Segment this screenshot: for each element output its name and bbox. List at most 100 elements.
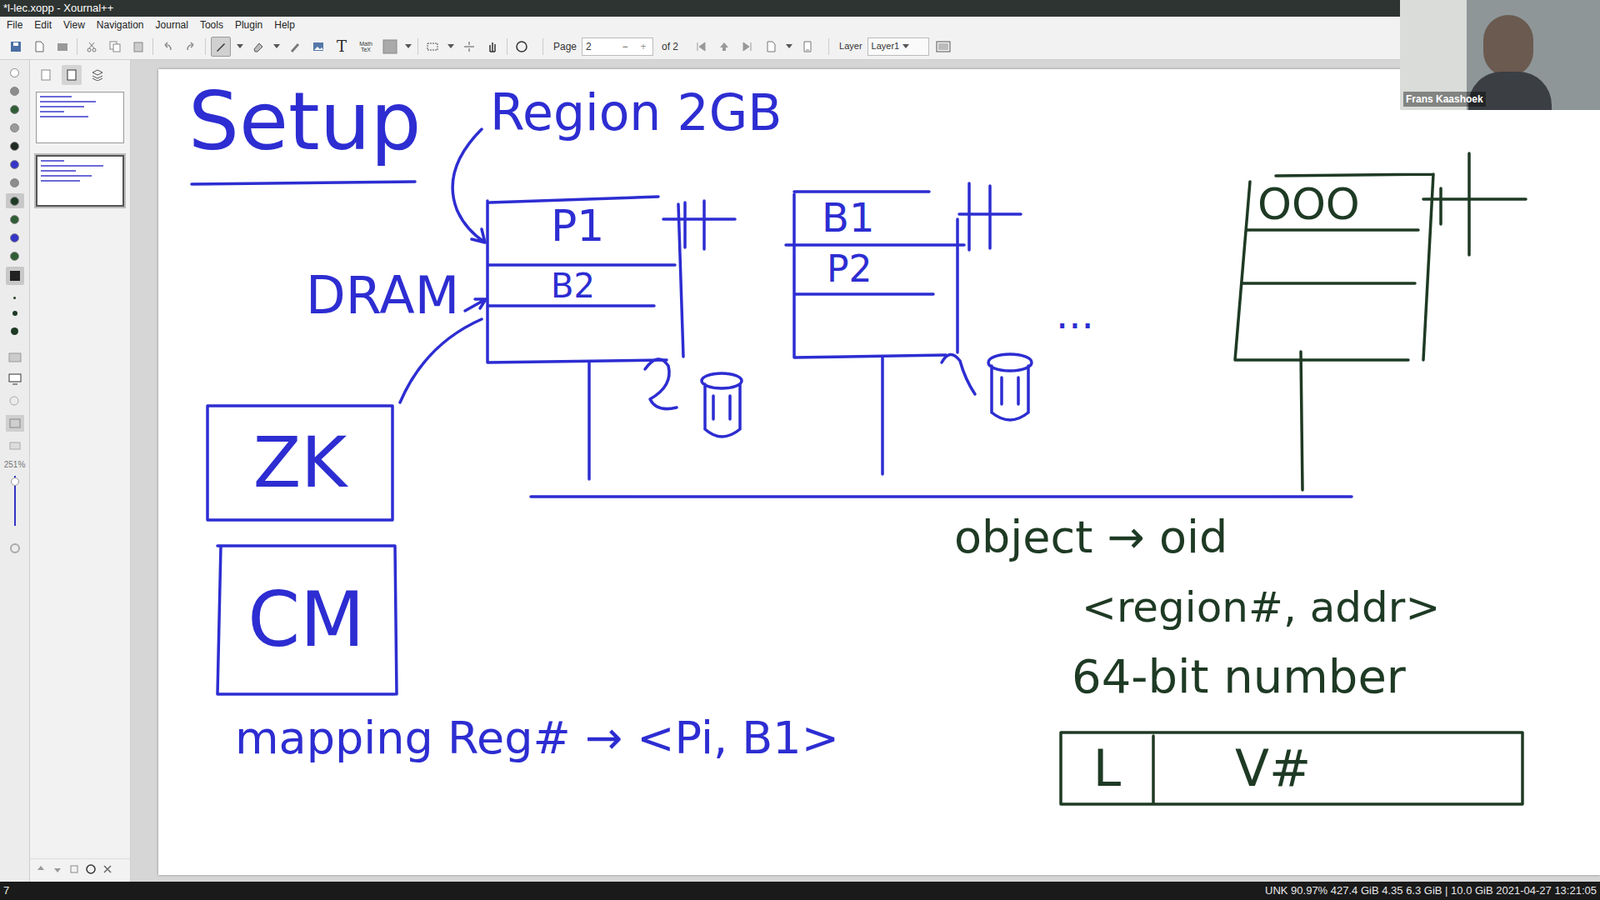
outline-icon[interactable] — [36, 65, 55, 85]
main-area: 251% — [0, 60, 1600, 882]
system-status: UNK 90.97% 427.4 GiB 4.35 6.3 GiB | 10.0… — [1265, 882, 1597, 900]
undo-icon[interactable] — [158, 37, 177, 56]
new-page-icon[interactable] — [30, 37, 49, 56]
palette-color[interactable] — [5, 211, 25, 227]
math-tex-tool[interactable]: Math TeX — [355, 36, 376, 57]
settings-icon[interactable] — [7, 540, 23, 556]
insert-page-icon[interactable] — [761, 37, 780, 56]
redo-icon[interactable] — [181, 37, 200, 56]
ink-text: Setup — [188, 81, 421, 162]
separator — [506, 38, 508, 55]
save-icon[interactable] — [6, 37, 25, 56]
thin-size-icon[interactable] — [13, 296, 16, 300]
zoom-icon[interactable] — [7, 350, 23, 365]
layers-icon[interactable] — [88, 65, 107, 85]
setsquare-icon[interactable] — [512, 37, 531, 56]
copy-page-icon[interactable] — [68, 863, 80, 875]
layer-select[interactable]: Layer1 — [867, 37, 930, 56]
palette-color[interactable] — [5, 101, 25, 117]
ink-text: DRAM — [305, 270, 460, 322]
page-minus-button[interactable]: − — [615, 39, 635, 55]
video-overlay: Frans Kaashoek — [1400, 0, 1600, 110]
dropdown-icon[interactable] — [235, 44, 245, 50]
ink-text-label: ... — [1055, 290, 1095, 338]
page-thumbnail[interactable] — [35, 155, 125, 207]
vertical-space-icon[interactable] — [460, 37, 479, 56]
color-icon[interactable] — [380, 37, 400, 56]
menu-item[interactable]: File — [6, 17, 23, 33]
first-page-icon[interactable] — [691, 37, 710, 56]
menu-item[interactable]: Journal — [155, 17, 189, 33]
image-icon[interactable] — [309, 37, 328, 56]
zoom-out-icon[interactable] — [7, 393, 23, 409]
dropdown-icon[interactable] — [785, 44, 794, 50]
thumbnail-list — [30, 85, 130, 859]
dropdown-icon[interactable] — [404, 44, 413, 50]
page-total: of 2 — [661, 39, 679, 55]
monitor-icon[interactable] — [7, 371, 23, 387]
highlighter-icon[interactable] — [285, 37, 305, 56]
note-page[interactable]: SetupRegion 2GBDRAMP1B2B1P2...OOOZKCMmap… — [158, 69, 1600, 875]
menu-item[interactable]: Navigation — [96, 17, 145, 33]
fill-icon[interactable] — [5, 266, 25, 285]
menu-item[interactable]: Help — [274, 17, 295, 33]
color-dot — [10, 86, 20, 96]
close-icon[interactable] — [101, 863, 114, 875]
cut-icon[interactable] — [82, 37, 101, 56]
medium-size-icon[interactable] — [12, 310, 18, 316]
zoom-fit-icon[interactable] — [5, 415, 25, 432]
ink-text: ... — [1055, 294, 1095, 335]
last-page-icon[interactable] — [738, 37, 757, 56]
ink-text-label: <region#, addr> — [1081, 583, 1440, 632]
page-input[interactable] — [582, 39, 616, 55]
color-dot — [10, 196, 20, 206]
ink-text-label: B1 — [821, 194, 875, 241]
eraser-icon[interactable] — [249, 37, 268, 56]
move-down-icon[interactable] — [51, 863, 64, 875]
dropdown-icon[interactable] — [446, 44, 455, 50]
color-dot — [10, 68, 20, 78]
menu-bar: File Edit View Navigation Journal Tools Plugin… — [0, 16, 1600, 34]
page-sidebar — [30, 60, 131, 882]
palette-color[interactable] — [5, 138, 25, 154]
palette-color[interactable] — [5, 175, 25, 190]
fullscreen-icon[interactable] — [934, 37, 953, 56]
palette-color[interactable] — [5, 156, 25, 172]
text-tool[interactable]: T — [332, 37, 351, 56]
thumbnails-icon[interactable] — [61, 65, 82, 85]
thumbnail-scribble — [40, 115, 89, 118]
zoom-100-icon[interactable] — [7, 438, 23, 454]
dropdown-icon[interactable] — [272, 44, 281, 50]
page-plus-button[interactable]: + — [634, 39, 653, 55]
thick-size-icon[interactable] — [10, 327, 19, 335]
palette-color[interactable] — [5, 120, 25, 135]
menu-item[interactable]: Plugin — [235, 17, 263, 33]
page-thumbnail[interactable] — [35, 91, 125, 144]
previous-page-icon[interactable] — [715, 37, 734, 56]
zoom-slider[interactable] — [10, 475, 20, 526]
delete-icon[interactable] — [85, 863, 97, 875]
workspace-number: 7 — [3, 882, 10, 900]
ink-text: L — [1060, 743, 1154, 794]
menu-item[interactable]: Edit — [34, 17, 52, 33]
palette-color[interactable] — [5, 193, 25, 209]
zoom-slider-thumb[interactable] — [10, 477, 20, 486]
pen-icon[interactable] — [210, 36, 231, 57]
palette-color[interactable] — [5, 83, 25, 99]
paste-icon[interactable] — [129, 37, 148, 56]
move-up-icon[interactable] — [35, 863, 47, 875]
separator — [152, 38, 154, 55]
palette-color[interactable] — [5, 248, 25, 264]
open-icon[interactable] — [53, 37, 72, 56]
menu-item[interactable]: Tools — [200, 17, 224, 33]
hand-icon[interactable] — [483, 37, 502, 56]
copy-icon[interactable] — [105, 37, 125, 56]
select-rect-icon[interactable] — [423, 37, 442, 56]
palette-color[interactable] — [5, 230, 25, 245]
thumbnail-scribble — [40, 95, 72, 98]
ink-text-label: CM — [247, 575, 365, 664]
layer-value: Layer1 — [871, 39, 900, 54]
palette-color[interactable] — [5, 65, 25, 80]
menu-item[interactable]: View — [63, 17, 85, 33]
delete-page-icon[interactable] — [798, 37, 817, 56]
